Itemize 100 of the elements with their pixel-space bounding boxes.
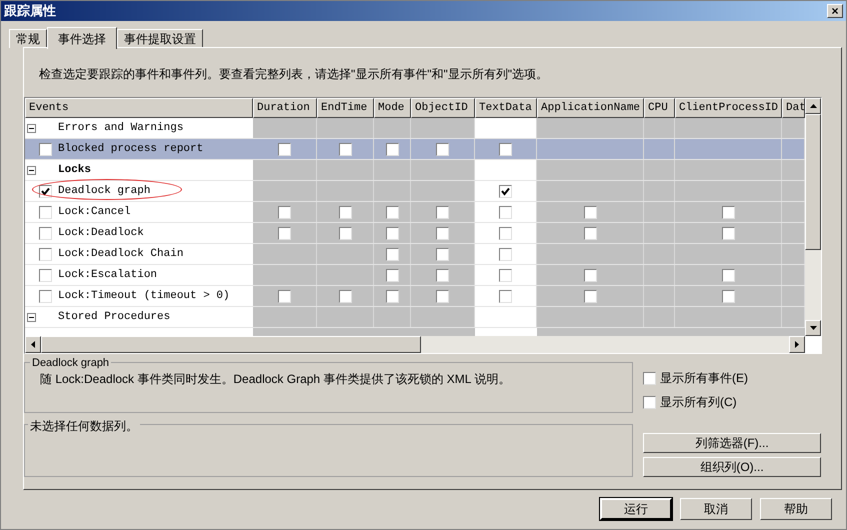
checkbox[interactable] <box>386 206 398 218</box>
scroll-right-icon[interactable] <box>789 336 805 353</box>
scroll-thumb[interactable] <box>41 336 421 353</box>
checkbox[interactable] <box>39 206 52 218</box>
scroll-thumb[interactable] <box>805 114 821 250</box>
checkbox[interactable] <box>436 248 449 260</box>
checkbox[interactable] <box>338 142 352 156</box>
checkbox[interactable] <box>338 226 352 240</box>
window-title: 跟踪属性 <box>4 2 56 20</box>
event-label: Lock:Cancel <box>58 204 131 220</box>
checkbox[interactable] <box>722 290 734 302</box>
checkbox-label: 显示所有列(C) <box>660 394 737 411</box>
grid-cell <box>644 139 675 159</box>
checkbox[interactable] <box>39 268 52 282</box>
column-header[interactable]: Mode <box>374 98 411 118</box>
checkbox[interactable] <box>722 206 734 218</box>
checkbox[interactable] <box>386 268 398 282</box>
column-header[interactable]: ObjectID <box>411 98 475 118</box>
event-label: Lock:Timeout (timeout > 0) <box>58 288 230 304</box>
collapse-icon[interactable] <box>27 166 36 174</box>
checkbox[interactable] <box>39 184 52 198</box>
tab[interactable]: 常规 <box>9 29 47 48</box>
checkbox[interactable] <box>338 290 352 302</box>
checkbox[interactable] <box>584 290 596 302</box>
checkbox[interactable] <box>499 268 512 282</box>
grid-row[interactable]: Locks <box>25 160 805 181</box>
checkbox[interactable] <box>39 226 52 240</box>
checkbox[interactable] <box>386 290 398 302</box>
column-button[interactable]: 列筛选器(F)... <box>643 433 821 453</box>
close-button[interactable]: × <box>827 4 843 18</box>
checkbox[interactable] <box>643 372 656 384</box>
checkbox[interactable] <box>278 290 291 302</box>
checkbox[interactable] <box>386 248 398 260</box>
event-label: Deadlock graph <box>58 184 150 199</box>
checkbox[interactable] <box>278 142 291 156</box>
checkbox[interactable] <box>338 206 352 218</box>
checkbox[interactable] <box>499 290 512 302</box>
instructions-text: 检查选定要跟踪的事件和事件列。要查看完整列表，请选择"显示所有事件"和"显示所有列"选项。 <box>39 66 548 83</box>
event-label: Lock:Deadlock Chain <box>58 246 184 262</box>
grid-row[interactable]: Lock:Cancel <box>25 202 805 223</box>
checkbox[interactable] <box>436 142 449 156</box>
checkbox[interactable] <box>643 396 656 408</box>
checkbox[interactable] <box>278 206 291 218</box>
checkbox[interactable] <box>386 226 398 240</box>
grid-row[interactable]: Lock:Escalation <box>25 265 805 286</box>
tab[interactable]: 事件提取设置 <box>117 29 203 48</box>
column-header[interactable]: ApplicationName <box>537 98 644 118</box>
column-header[interactable]: ClientProcessID <box>675 98 782 118</box>
checkbox[interactable] <box>499 206 512 218</box>
checkbox[interactable] <box>722 268 734 282</box>
checkbox[interactable] <box>722 226 734 240</box>
checkbox[interactable] <box>436 206 449 218</box>
group-title: 未选择任何数据列。 <box>28 417 140 435</box>
checkbox[interactable] <box>278 226 291 240</box>
horizontal-scrollbar[interactable] <box>25 336 805 353</box>
tab[interactable]: 事件选择 <box>47 27 117 49</box>
checkbox[interactable] <box>436 290 449 302</box>
checkbox[interactable] <box>39 248 52 260</box>
dialog-button[interactable]: 运行 <box>600 498 672 520</box>
checkbox[interactable] <box>584 268 596 282</box>
checkbox[interactable] <box>584 206 596 218</box>
checkbox[interactable] <box>436 268 449 282</box>
grid-row[interactable]: Stored Procedures <box>25 307 805 328</box>
checkbox[interactable] <box>39 142 52 156</box>
vertical-scrollbar[interactable] <box>805 98 821 336</box>
checkbox[interactable] <box>499 184 512 198</box>
checkbox[interactable] <box>436 226 449 240</box>
dialog-button[interactable]: 取消 <box>680 498 752 520</box>
column-header[interactable]: Events <box>25 98 253 118</box>
scroll-left-icon[interactable] <box>25 336 41 353</box>
grid-row[interactable]: Deadlock graph <box>25 181 805 202</box>
dialog-button[interactable]: 帮助 <box>760 498 832 520</box>
grid-row[interactable]: Blocked process report <box>25 139 805 160</box>
checkbox-label: 显示所有事件(E) <box>660 370 748 387</box>
collapse-icon[interactable] <box>27 124 36 132</box>
column-header[interactable]: Duration <box>253 98 317 118</box>
column-header[interactable]: TextData <box>475 98 537 118</box>
collapse-icon[interactable] <box>27 312 36 322</box>
checkbox[interactable] <box>499 142 512 156</box>
checkbox[interactable] <box>499 226 512 240</box>
checkbox[interactable] <box>386 142 398 156</box>
checkbox[interactable] <box>584 226 596 240</box>
scroll-up-icon[interactable] <box>805 98 821 114</box>
group-title: Deadlock graph <box>30 355 112 372</box>
checkbox[interactable] <box>39 290 52 302</box>
scroll-down-icon[interactable] <box>805 320 821 336</box>
category-label: Errors and Warnings <box>58 120 184 136</box>
category-label: Stored Procedures <box>58 310 170 325</box>
checkbox[interactable] <box>499 248 512 260</box>
event-label: Blocked process report <box>58 142 204 157</box>
grid-row[interactable]: Errors and Warnings <box>25 118 805 139</box>
column-button[interactable]: 组织列(O)... <box>643 457 821 477</box>
column-header[interactable]: EndTime <box>317 98 374 118</box>
grid-row[interactable]: Lock:Deadlock Chain <box>25 244 805 265</box>
description-text: 随 Lock:Deadlock 事件类同时发生。Deadlock Graph 事件类提供了该死锁的 XML 说明。 <box>40 371 510 388</box>
grid-row[interactable]: Lock:Timeout (timeout > 0) <box>25 286 805 307</box>
grid-cell <box>782 139 805 159</box>
column-header[interactable]: CPU <box>644 98 675 118</box>
event-label: Lock:Escalation <box>58 268 158 283</box>
grid-row[interactable]: Lock:Deadlock <box>25 223 805 244</box>
